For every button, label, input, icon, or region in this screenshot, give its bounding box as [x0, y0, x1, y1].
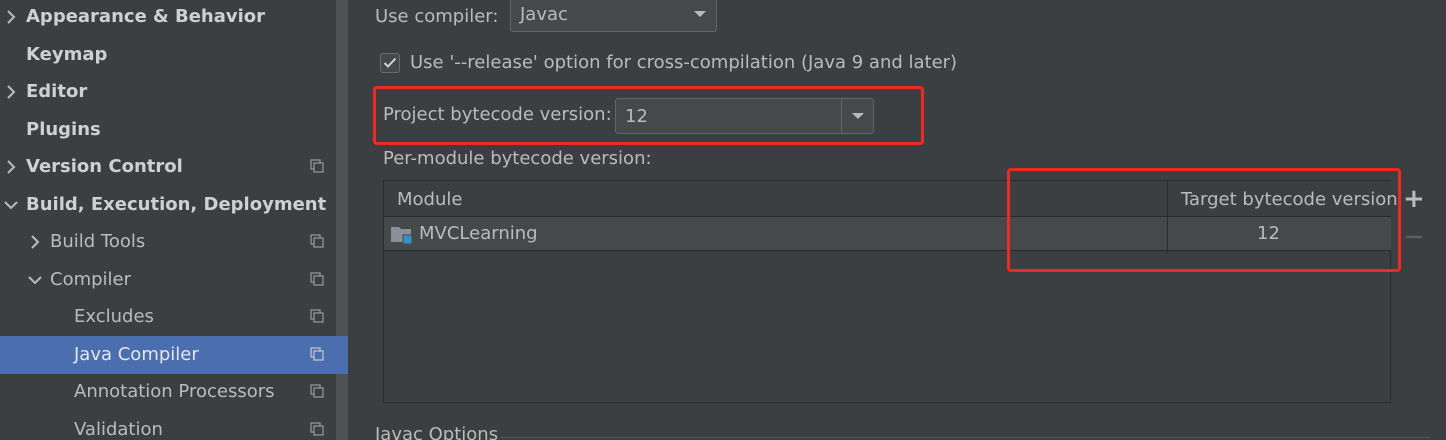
remove-module-button[interactable]: − — [1403, 222, 1425, 252]
project-settings-icon — [310, 384, 324, 398]
sidebar-scrollbar-track — [336, 374, 348, 440]
highlight-box-target-bytecode — [1007, 168, 1401, 272]
project-bytecode-label: Project bytecode version: — [383, 104, 612, 125]
project-settings-icon — [310, 347, 324, 361]
use-compiler-dropdown[interactable]: Javac — [510, 0, 717, 32]
project-settings-icon — [310, 272, 324, 286]
sidebar-item-annotation-processors[interactable]: Annotation Processors — [0, 373, 348, 411]
sidebar-item-label: Annotation Processors — [74, 381, 275, 403]
project-bytecode-value: 12 — [625, 105, 648, 127]
module-name: MVCLearning — [419, 223, 538, 244]
sidebar-item-label: Plugins — [26, 119, 101, 141]
sidebar-item-plugins[interactable]: Plugins — [0, 111, 348, 149]
chevron-right-icon[interactable] — [0, 160, 22, 174]
sidebar-item-editor[interactable]: Editor — [0, 73, 348, 111]
sidebar-item-label: Build, Execution, Deployment — [26, 194, 327, 216]
sidebar-item-java-compiler[interactable]: Java Compiler — [0, 336, 348, 374]
settings-sidebar: Appearance & Behavior Keymap Editor Plug… — [0, 0, 348, 440]
sidebar-item-label: Java Compiler — [74, 344, 199, 366]
javac-options-section-title: Javac Options — [375, 424, 499, 440]
sidebar-item-label: Appearance & Behavior — [26, 6, 266, 28]
sidebar-item-appearance-behavior[interactable]: Appearance & Behavior — [0, 0, 348, 36]
sidebar-item-compiler[interactable]: Compiler — [0, 261, 348, 299]
checkmark-icon — [383, 57, 397, 68]
sidebar-item-label: Build Tools — [50, 231, 146, 253]
chevron-down-icon[interactable] — [0, 200, 22, 210]
project-bytecode-dropdown[interactable]: 12 — [615, 98, 874, 134]
release-option-checkbox[interactable] — [380, 53, 400, 73]
project-settings-icon — [310, 159, 324, 173]
sidebar-item-excludes[interactable]: Excludes — [0, 298, 348, 336]
sidebar-item-build-execution-deployment[interactable]: Build, Execution, Deployment — [0, 186, 348, 224]
sidebar-item-label: Validation — [74, 419, 163, 440]
project-settings-icon — [310, 422, 324, 436]
project-settings-icon — [310, 234, 324, 248]
section-divider — [500, 437, 1430, 438]
chevron-down-icon[interactable] — [24, 275, 46, 285]
chevron-right-icon[interactable] — [0, 85, 22, 99]
per-module-label: Per-module bytecode version: — [383, 148, 652, 169]
release-option-label[interactable]: Use '--release' option for cross-compila… — [410, 52, 957, 73]
sidebar-item-build-tools[interactable]: Build Tools — [0, 223, 348, 261]
chevron-right-icon[interactable] — [24, 235, 46, 249]
add-module-button[interactable]: + — [1403, 184, 1425, 214]
use-compiler-label: Use compiler: — [375, 6, 499, 27]
sidebar-item-keymap[interactable]: Keymap — [0, 36, 348, 74]
java-compiler-panel: Use compiler: Javac Use '--release' opti… — [348, 0, 1446, 440]
sidebar-item-validation[interactable]: Validation — [0, 411, 348, 440]
project-settings-icon — [310, 309, 324, 323]
sidebar-item-version-control[interactable]: Version Control — [0, 148, 348, 186]
dropdown-arrow-icon[interactable] — [841, 99, 873, 133]
chevron-right-icon[interactable] — [0, 10, 22, 24]
sidebar-scrollbar[interactable] — [336, 0, 348, 336]
sidebar-item-label: Version Control — [26, 156, 183, 178]
column-header-module[interactable]: Module — [397, 189, 462, 210]
sidebar-item-label: Compiler — [50, 269, 132, 291]
sidebar-item-label: Editor — [26, 81, 88, 103]
sidebar-item-label: Keymap — [26, 44, 108, 66]
sidebar-item-label: Excludes — [74, 306, 154, 328]
dropdown-arrow-icon[interactable] — [684, 0, 716, 31]
module-folder-icon — [391, 227, 413, 244]
use-compiler-value: Javac — [520, 3, 568, 25]
